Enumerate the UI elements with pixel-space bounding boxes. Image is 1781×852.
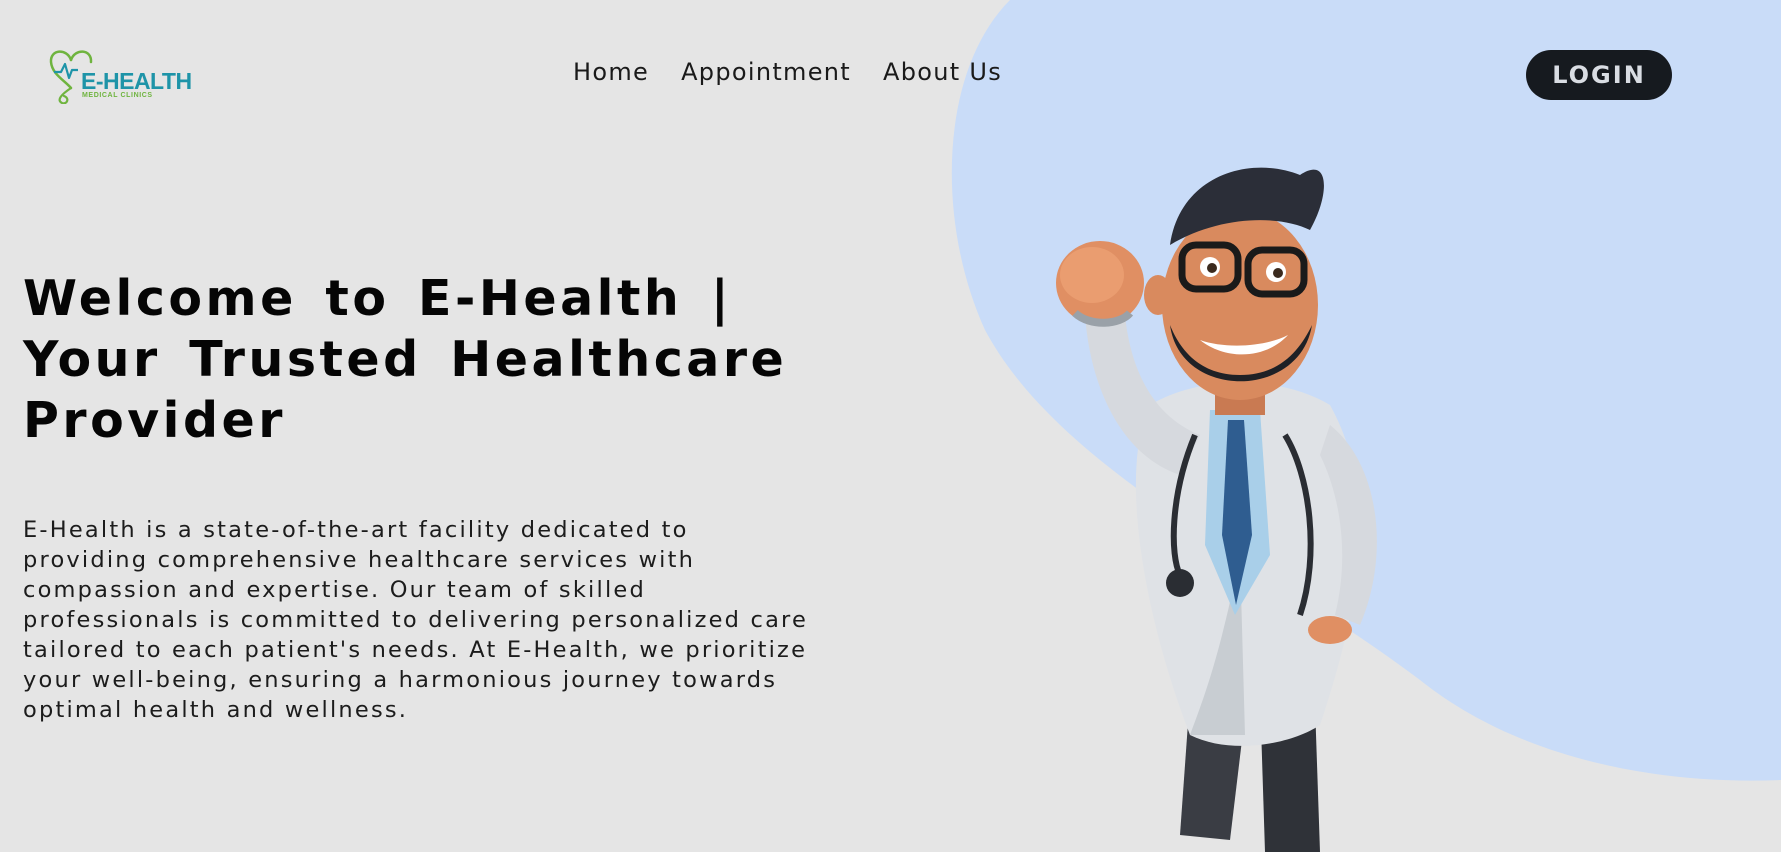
hero-description: E-Health is a state-of-the-art facility …	[23, 517, 809, 723]
nav-home[interactable]: Home	[573, 58, 649, 86]
logo-tagline: MEDICAL CLINICS	[82, 92, 153, 99]
doctor-illustration	[1056, 167, 1377, 852]
nav-appointment[interactable]: Appointment	[681, 58, 851, 86]
main-nav: Home Appointment About Us	[573, 58, 1002, 86]
logo-brand: E-HEALTH	[81, 68, 192, 94]
logo[interactable]: E-HEALTH MEDICAL CLINICS	[48, 46, 193, 106]
login-button[interactable]: LOGIN	[1526, 50, 1672, 100]
hero-title: Welcome to E-Health | Your Trusted Healt…	[23, 270, 788, 449]
nav-about-us[interactable]: About Us	[883, 58, 1002, 86]
